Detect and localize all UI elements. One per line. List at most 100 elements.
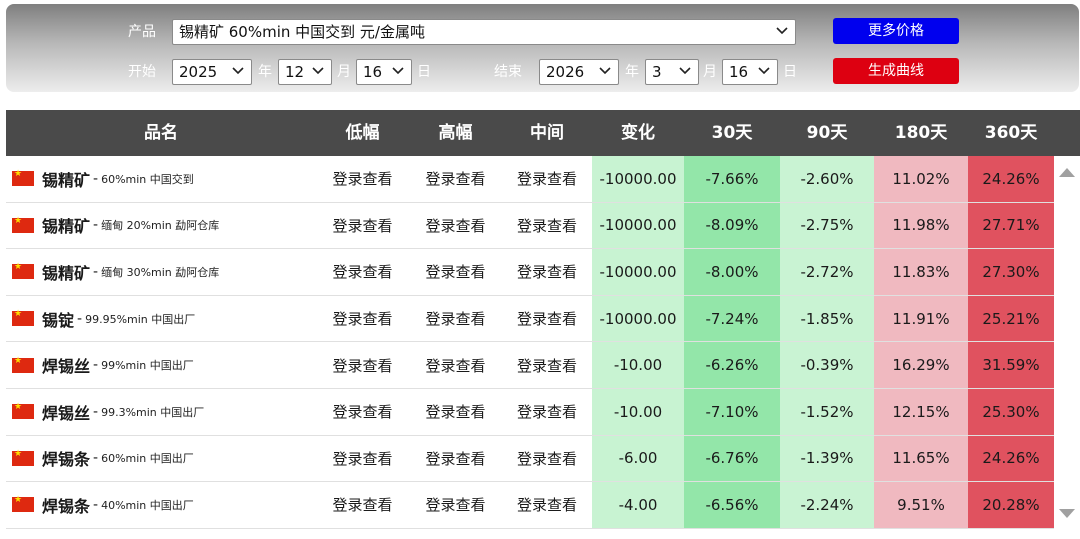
product-name-cell[interactable]: 锡锭-99.95%min 中国出厂 (6, 296, 322, 342)
chevron-down-icon (392, 67, 404, 75)
d90-cell: -1.39% (780, 435, 874, 482)
start-month-select[interactable]: 12 (278, 59, 332, 85)
end-year-value: 2026 (546, 63, 585, 81)
d90-cell: -1.85% (780, 295, 874, 342)
end-month-select[interactable]: 3 (645, 59, 699, 85)
start-day-select[interactable]: 16 (356, 59, 412, 85)
d360-cell: 24.26% (968, 156, 1054, 202)
high-login-link[interactable]: 登录查看 (409, 249, 502, 295)
start-year-select[interactable]: 2025 (172, 59, 252, 85)
china-flag-icon (12, 402, 34, 420)
mid-login-link[interactable]: 登录查看 (502, 249, 592, 295)
product-name-cell[interactable]: 锡精矿-缅甸 20%min 勐阿仓库 (6, 203, 322, 249)
end-day-select[interactable]: 16 (722, 59, 778, 85)
d180-cell: 11.02% (874, 156, 968, 202)
separator-dash: - (93, 450, 99, 467)
mid-login-link[interactable]: 登录查看 (502, 342, 592, 388)
end-label: 结束 (494, 64, 522, 80)
d180-cell: 11.83% (874, 249, 968, 295)
table-row: 焊锡条-40%min 中国出厂登录查看登录查看登录查看-4.00-6.56%-2… (6, 482, 1054, 529)
header-90d: 90天 (806, 123, 848, 143)
more-prices-button[interactable]: 更多价格 (833, 18, 959, 44)
high-login-link[interactable]: 登录查看 (409, 342, 502, 388)
high-login-link[interactable]: 登录查看 (409, 203, 502, 249)
high-login-link[interactable]: 登录查看 (409, 482, 502, 528)
chevron-down-icon (312, 67, 324, 75)
separator-dash: - (93, 170, 99, 187)
d30-cell: -7.66% (684, 156, 780, 202)
header-high: 高幅 (438, 123, 473, 143)
d30-cell: -8.00% (684, 249, 780, 295)
d30-cell: -6.76% (684, 435, 780, 482)
product-spec: 99.3%min 中国出厂 (101, 405, 205, 419)
change-cell: -10.00 (592, 342, 684, 388)
end-year-select[interactable]: 2026 (539, 59, 619, 85)
start-label: 开始 (128, 64, 156, 80)
header-change: 变化 (621, 123, 655, 143)
chevron-down-icon (776, 27, 788, 35)
low-login-link[interactable]: 登录查看 (316, 482, 409, 528)
start-month-value: 12 (285, 63, 305, 81)
high-login-link[interactable]: 登录查看 (409, 296, 502, 342)
d180-cell: 9.51% (874, 482, 968, 528)
china-flag-icon (12, 309, 34, 327)
product-name-cell[interactable]: 焊锡条-40%min 中国出厂 (6, 482, 322, 528)
d30-cell: -6.56% (684, 482, 780, 528)
high-login-link[interactable]: 登录查看 (409, 389, 502, 435)
table-header: 品名 低幅 高幅 中间 变化 30天 90天 180天 360天 (6, 110, 1080, 156)
table-row: 焊锡丝-99%min 中国出厂登录查看登录查看登录查看-10.00-6.26%-… (6, 342, 1054, 389)
d90-cell: -1.52% (780, 389, 874, 435)
d180-cell: 12.15% (874, 389, 968, 435)
low-login-link[interactable]: 登录查看 (316, 296, 409, 342)
d360-cell: 31.59% (968, 342, 1054, 388)
mid-login-link[interactable]: 登录查看 (502, 389, 592, 435)
product-name-cell[interactable]: 焊锡丝-99.3%min 中国出厂 (6, 389, 322, 435)
product-spec: 缅甸 20%min 勐阿仓库 (101, 219, 220, 233)
start-day-unit: 日 (417, 64, 431, 80)
china-flag-icon (12, 495, 34, 513)
high-login-link[interactable]: 登录查看 (409, 156, 502, 202)
separator-dash: - (93, 217, 99, 234)
low-login-link[interactable]: 登录查看 (316, 203, 409, 249)
start-year-value: 2025 (179, 63, 218, 81)
product-name-cell[interactable]: 锡精矿-60%min 中国交到 (6, 156, 322, 202)
header-30d: 30天 (711, 123, 753, 143)
low-login-link[interactable]: 登录查看 (316, 249, 409, 295)
product-name: 焊锡丝 (42, 403, 91, 423)
table-row: 焊锡条-60%min 中国出厂登录查看登录查看登录查看-6.00-6.76%-1… (6, 435, 1054, 483)
mid-login-link[interactable]: 登录查看 (502, 482, 592, 528)
low-login-link[interactable]: 登录查看 (316, 389, 409, 435)
china-flag-icon (12, 356, 34, 373)
low-login-link[interactable]: 登录查看 (316, 156, 409, 202)
low-login-link[interactable]: 登录查看 (316, 436, 409, 482)
product-spec: 60%min 中国交到 (101, 172, 194, 186)
separator-dash: - (93, 403, 99, 420)
scroll-up-icon[interactable] (1058, 166, 1076, 178)
mid-login-link[interactable]: 登录查看 (502, 436, 592, 482)
table-row: 锡精矿-缅甸 20%min 勐阿仓库登录查看登录查看登录查看-10000.00-… (6, 202, 1054, 250)
chevron-down-icon (599, 67, 611, 75)
filter-panel: 产品 锡精矿 60%min 中国交到 元/金属吨 更多价格 开始 2025 年 … (6, 4, 1079, 92)
product-spec: 40%min 中国出厂 (101, 498, 194, 512)
product-name: 锡精矿 (42, 170, 91, 190)
chevron-down-icon (679, 67, 691, 75)
product-name-cell[interactable]: 焊锡丝-99%min 中国出厂 (6, 342, 322, 388)
product-spec: 99.95%min 中国出厂 (85, 312, 196, 326)
mid-login-link[interactable]: 登录查看 (502, 156, 592, 202)
high-login-link[interactable]: 登录查看 (409, 436, 502, 482)
china-flag-icon (12, 449, 34, 466)
product-select[interactable]: 锡精矿 60%min 中国交到 元/金属吨 (172, 19, 796, 45)
scroll-down-icon[interactable] (1058, 508, 1076, 520)
product-name-cell[interactable]: 锡精矿-缅甸 30%min 勐阿仓库 (6, 249, 322, 295)
d30-cell: -7.24% (684, 295, 780, 342)
d180-cell: 11.98% (874, 202, 968, 249)
product-name-cell[interactable]: 焊锡条-60%min 中国出厂 (6, 436, 322, 482)
change-cell: -10000.00 (592, 249, 684, 295)
product-label: 产品 (128, 24, 156, 40)
product-spec: 99%min 中国出厂 (101, 359, 194, 373)
d90-cell: -2.75% (780, 202, 874, 249)
generate-curve-button[interactable]: 生成曲线 (833, 58, 959, 84)
mid-login-link[interactable]: 登录查看 (502, 296, 592, 342)
mid-login-link[interactable]: 登录查看 (502, 203, 592, 249)
low-login-link[interactable]: 登录查看 (316, 342, 409, 388)
